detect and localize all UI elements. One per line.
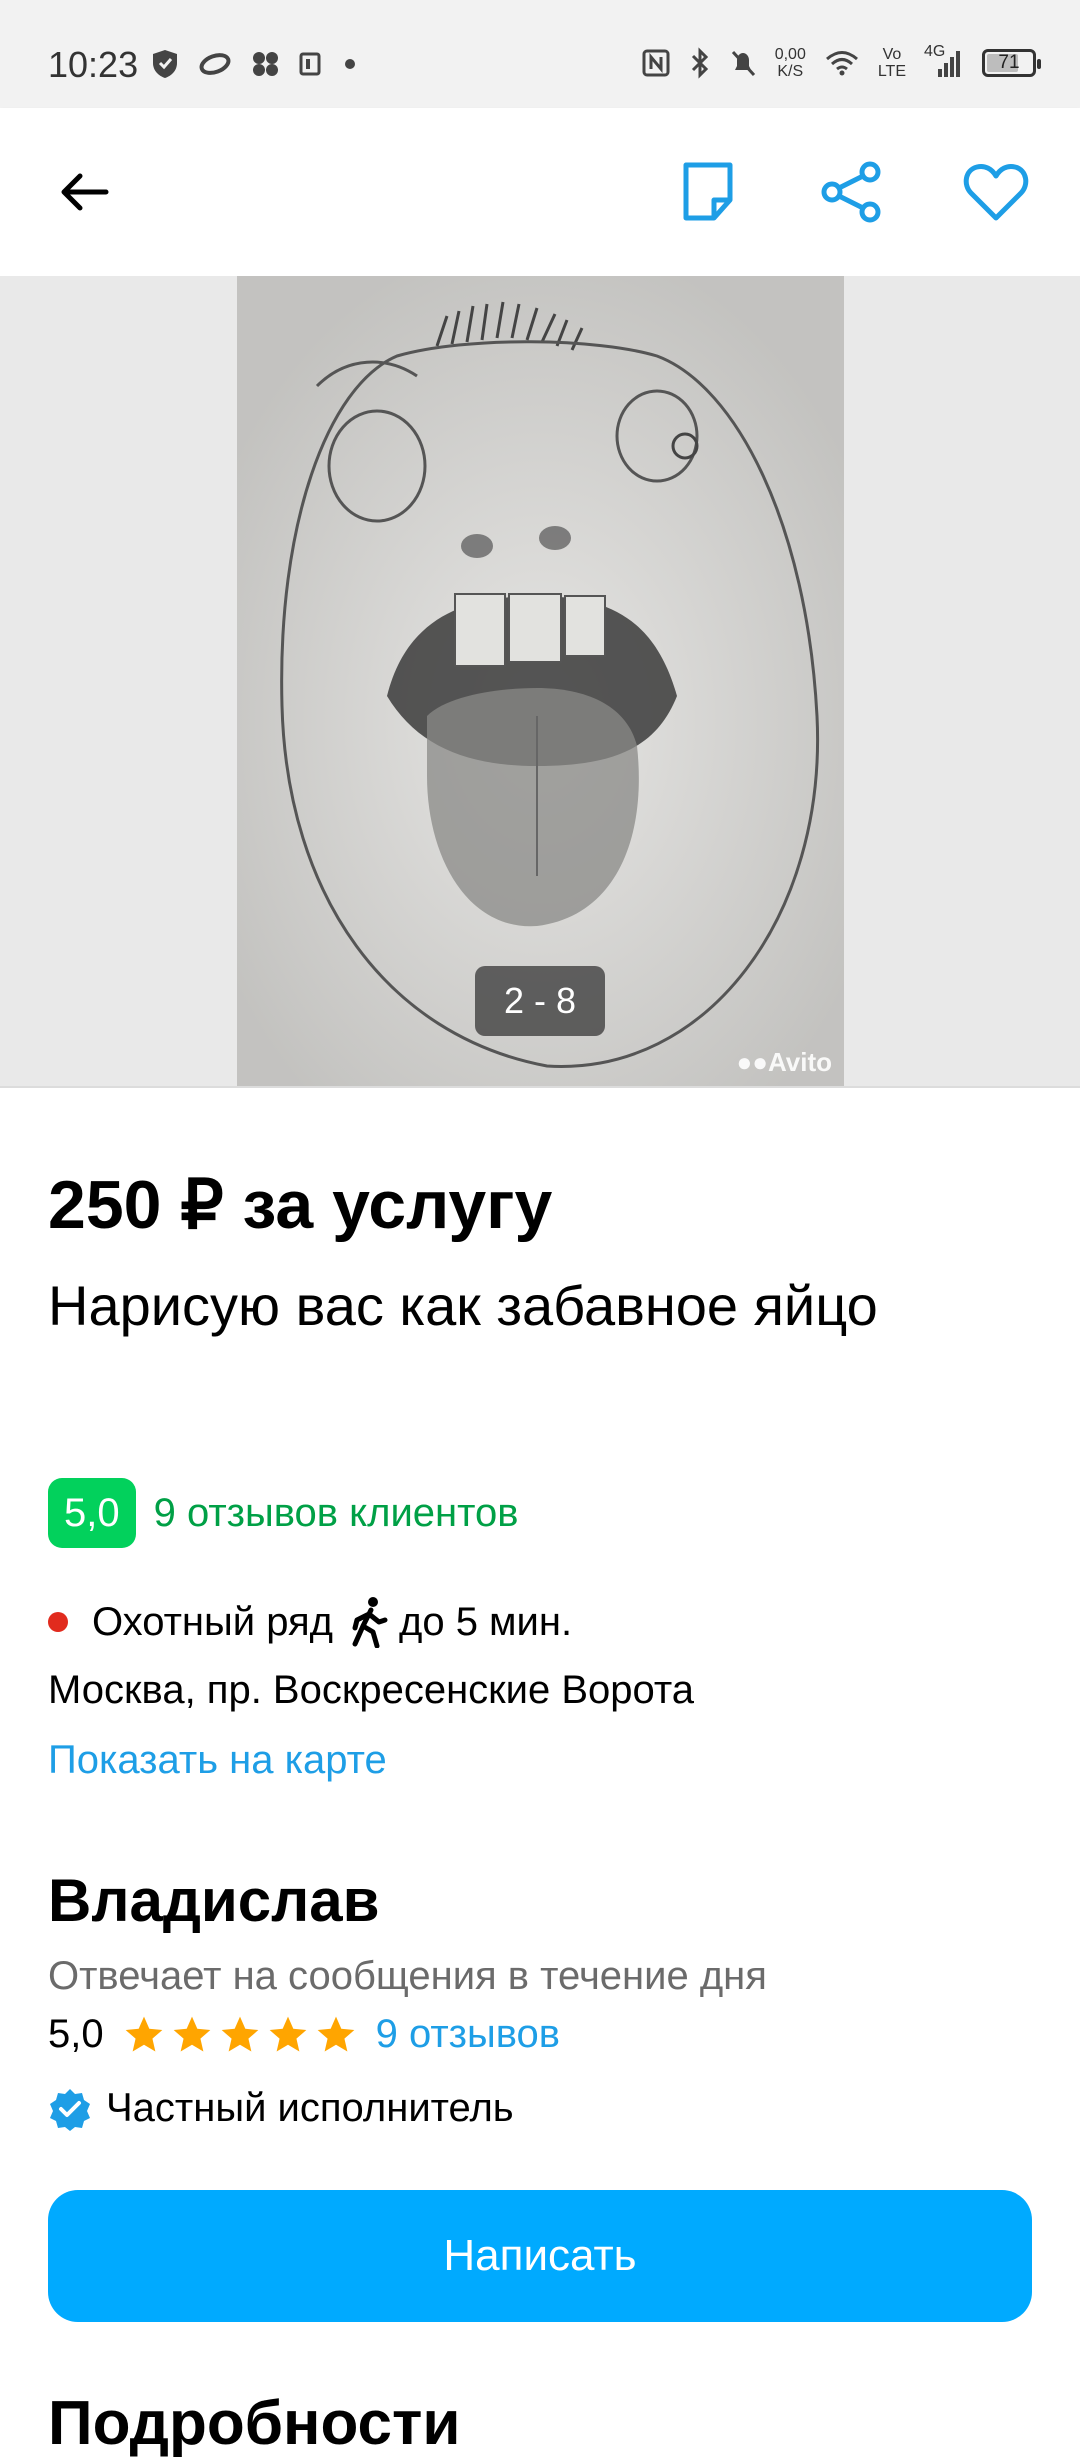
- ring-icon: [199, 53, 231, 75]
- status-time: 10:23: [48, 44, 139, 85]
- client-reviews-link[interactable]: 9 отзывов клиентов: [154, 1491, 519, 1536]
- star-rating: [122, 2013, 358, 2057]
- top-app-bar: [0, 108, 1080, 276]
- show-on-map-link[interactable]: Показать на карте: [48, 1738, 387, 1783]
- back-arrow-icon: [61, 173, 109, 211]
- star-icon: [269, 2016, 306, 2051]
- battery-percent: 71: [998, 52, 1020, 73]
- listing-title: Нарисую вас как забавное яйцо: [48, 1274, 878, 1337]
- verified-badge-icon: [50, 2088, 90, 2131]
- address: Москва, пр. Воскресенские Ворота: [48, 1668, 695, 1712]
- share-button[interactable]: [812, 152, 892, 232]
- photo-counter: 2 - 8: [475, 966, 605, 1036]
- battery-icon: 71: [982, 49, 1041, 77]
- wifi-icon: [825, 51, 858, 76]
- card-icon: [299, 52, 321, 76]
- net-speed-value: 0,00: [774, 46, 806, 63]
- seller-type: Частный исполнитель: [106, 2086, 514, 2130]
- note-icon: [683, 162, 733, 221]
- bluetooth-icon: [691, 47, 708, 79]
- favorite-button[interactable]: [956, 152, 1036, 232]
- net-speed: 0,00 K/S: [775, 46, 806, 80]
- walking-person-icon: [352, 1597, 388, 1648]
- heart-icon: [963, 164, 1029, 221]
- seller-reviews-link[interactable]: 9 отзывов: [376, 2012, 560, 2057]
- back-button[interactable]: [44, 152, 124, 232]
- details-heading: Подробности: [48, 2389, 461, 2458]
- dot-icon: [345, 59, 355, 69]
- avito-logo-icon: ●●: [736, 1047, 768, 1077]
- metro-station: Охотный ряд: [92, 1599, 333, 1644]
- listing-photo[interactable]: ●●Avito: [237, 276, 844, 1086]
- write-message-button[interactable]: Написать: [48, 2190, 1032, 2322]
- listing-price: 250 ₽ за услугу: [48, 1167, 553, 1243]
- avito-watermark: ●●Avito: [737, 1047, 832, 1078]
- volte-indicator: Vo LTE: [878, 46, 906, 80]
- system-icons: 0,00 K/S Vo LTE 4G 71: [641, 43, 1041, 80]
- seller-type-row: Частный исполнитель: [48, 2086, 514, 2131]
- bell-off-icon: [731, 50, 755, 77]
- seller-rating-value: 5,0: [48, 2012, 104, 2056]
- notification-icons: [150, 48, 360, 80]
- seller-reply-time: Отвечает на сообщения в течение дня: [48, 1954, 767, 1998]
- rating-badge: 5,0: [48, 1478, 136, 1548]
- star-icon: [125, 2016, 162, 2051]
- rating-row[interactable]: 5,0 9 отзывов клиентов: [48, 1478, 519, 1548]
- app-cluster-icon: [253, 52, 278, 76]
- egg-drawing-image: [237, 276, 844, 1086]
- signal-indicator: 4G: [924, 43, 964, 79]
- shield-icon: [153, 50, 177, 78]
- share-icon: [821, 161, 881, 223]
- metro-row: Охотный ряд до 5 мин.: [48, 1596, 572, 1648]
- signal-icon: [938, 51, 960, 77]
- status-bar: 10:23 0,00 K/S Vo LTE 4G 71: [0, 0, 1080, 108]
- watermark-text: Avito: [767, 1047, 832, 1077]
- seller-rating-row[interactable]: 5,0 9 отзывов: [48, 2012, 560, 2057]
- seller-name[interactable]: Владислав: [48, 1866, 380, 1935]
- net-speed-unit: K/S: [777, 63, 804, 80]
- note-button[interactable]: [668, 152, 748, 232]
- volte-top: Vo: [882, 46, 902, 63]
- star-icon: [173, 2016, 210, 2051]
- walk-time: до 5 мин.: [399, 1599, 573, 1644]
- metro-line-dot: [48, 1612, 68, 1632]
- volte-bottom: LTE: [877, 63, 906, 80]
- star-icon: [221, 2016, 258, 2051]
- star-icon: [317, 2016, 354, 2051]
- nfc-icon: [642, 49, 670, 77]
- photo-gallery[interactable]: ●●Avito 2 - 8: [0, 276, 1080, 1088]
